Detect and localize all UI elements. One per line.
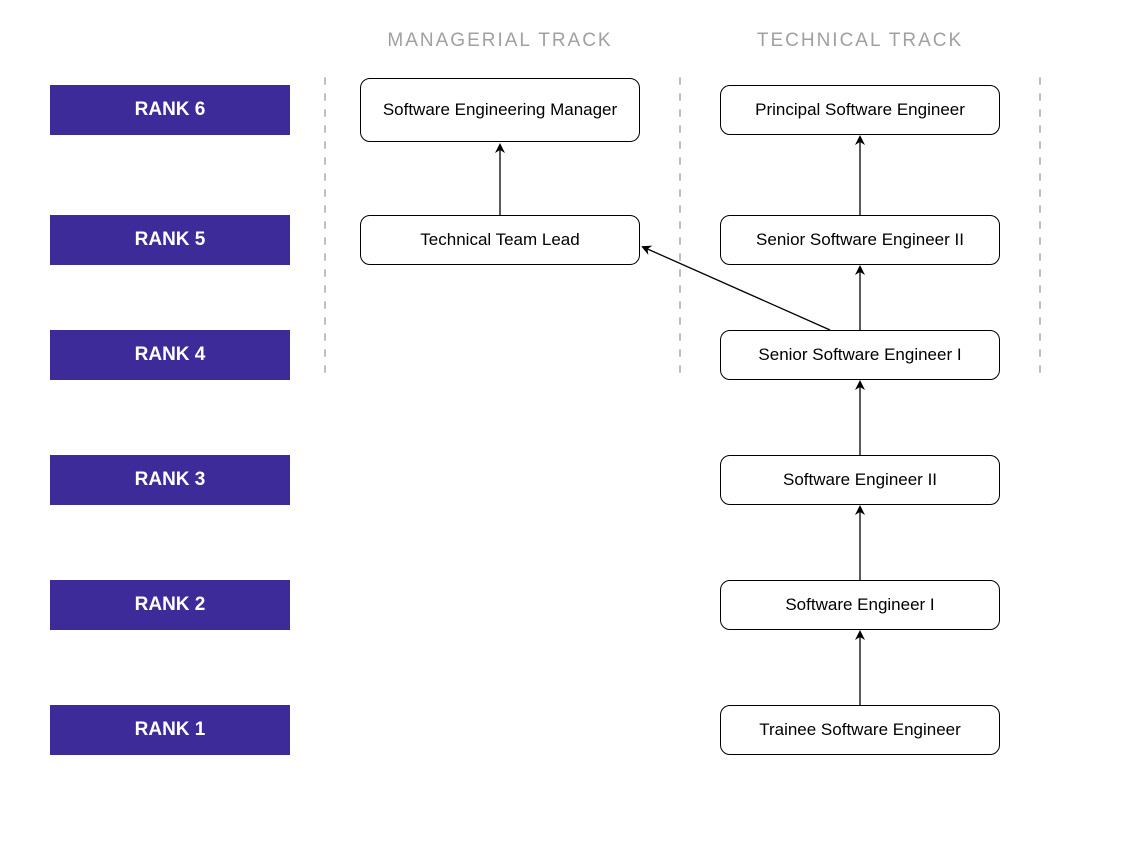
- rank-4-label: RANK 4: [50, 330, 290, 380]
- node-sse2: Senior Software Engineer II: [720, 215, 1000, 265]
- rank-3-label: RANK 3: [50, 455, 290, 505]
- rank-6-label: RANK 6: [50, 85, 290, 135]
- node-se2: Software Engineer II: [720, 455, 1000, 505]
- node-se1: Software Engineer I: [720, 580, 1000, 630]
- node-principal: Principal Software Engineer: [720, 85, 1000, 135]
- node-sse1: Senior Software Engineer I: [720, 330, 1000, 380]
- track-label-technical: TECHNICAL TRACK: [720, 30, 1000, 52]
- rank-2-label: RANK 2: [50, 580, 290, 630]
- rank-5-label: RANK 5: [50, 215, 290, 265]
- node-manager: Software Engineering Manager: [360, 78, 640, 142]
- node-trainee: Trainee Software Engineer: [720, 705, 1000, 755]
- career-ladder-diagram: MANAGERIAL TRACK TECHNICAL TRACK RANK 6 …: [0, 0, 1124, 862]
- track-label-managerial: MANAGERIAL TRACK: [360, 30, 640, 52]
- rank-1-label: RANK 1: [50, 705, 290, 755]
- node-team-lead: Technical Team Lead: [360, 215, 640, 265]
